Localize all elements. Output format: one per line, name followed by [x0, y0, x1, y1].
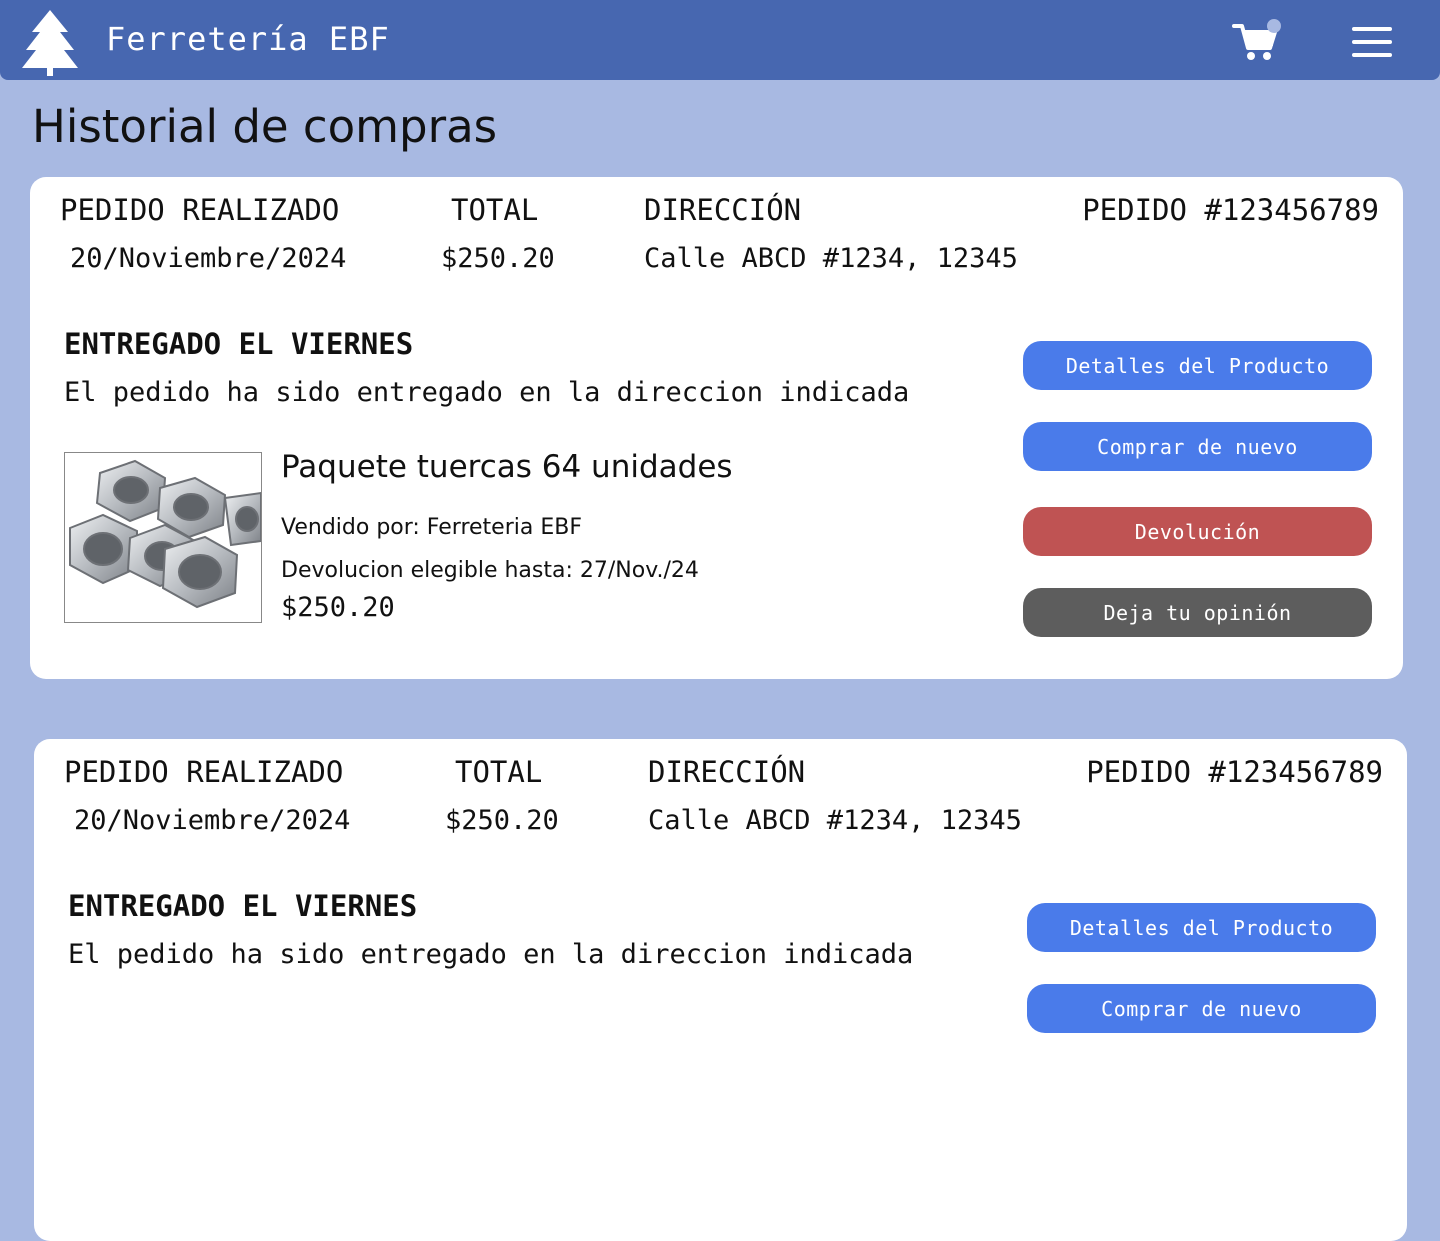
order-card: PEDIDO REALIZADO TOTAL DIRECCIÓN PEDIDO …: [30, 177, 1403, 679]
order-address-label: DIRECCIÓN: [644, 193, 802, 227]
order-total-label: TOTAL: [451, 193, 539, 227]
order-placed-date: 20/Noviembre/2024: [74, 805, 351, 836]
order-address-value: Calle ABCD #1234, 12345: [648, 805, 1022, 836]
brand-name[interactable]: Ferretería EBF: [106, 20, 390, 58]
product-details-button[interactable]: Detalles del Producto: [1027, 903, 1376, 952]
product-name[interactable]: Paquete tuercas 64 unidades: [281, 449, 733, 485]
product-details-button[interactable]: Detalles del Producto: [1023, 341, 1372, 390]
page-title: Historial de compras: [32, 100, 498, 153]
order-number: PEDIDO #123456789: [1082, 193, 1379, 227]
order-total-value: $250.20: [441, 243, 555, 274]
order-total-value: $250.20: [445, 805, 559, 836]
order-total-label: TOTAL: [455, 755, 543, 789]
sold-by-text: Vendido por: Ferreteria EBF: [281, 515, 582, 540]
order-card: PEDIDO REALIZADO TOTAL DIRECCIÓN PEDIDO …: [34, 739, 1407, 1241]
pine-tree-logo-icon[interactable]: [20, 8, 80, 76]
order-placed-date: 20/Noviembre/2024: [70, 243, 347, 274]
return-button[interactable]: Devolución: [1023, 507, 1372, 556]
delivery-status-description: El pedido ha sido entregado en la direcc…: [68, 939, 914, 970]
product-price: $250.20: [281, 592, 395, 623]
buy-again-button[interactable]: Comprar de nuevo: [1027, 984, 1376, 1033]
leave-review-button[interactable]: Deja tu opinión: [1023, 588, 1372, 637]
order-address-value: Calle ABCD #1234, 12345: [644, 243, 1018, 274]
return-eligible-date: Devolucion elegible hasta: 27/Nov./24: [281, 558, 699, 583]
cart-icon[interactable]: [1232, 18, 1284, 64]
delivery-status: ENTREGADO EL VIERNES: [64, 327, 414, 361]
order-placed-label: PEDIDO REALIZADO: [64, 755, 344, 789]
delivery-status-description: El pedido ha sido entregado en la direcc…: [64, 377, 910, 408]
order-address-label: DIRECCIÓN: [648, 755, 806, 789]
top-navigation-bar: Ferretería EBF: [0, 0, 1440, 80]
order-number: PEDIDO #123456789: [1086, 755, 1383, 789]
delivery-status: ENTREGADO EL VIERNES: [68, 889, 418, 923]
product-image-nuts[interactable]: [64, 452, 262, 623]
buy-again-button[interactable]: Comprar de nuevo: [1023, 422, 1372, 471]
hamburger-menu-icon[interactable]: [1350, 24, 1394, 60]
order-placed-label: PEDIDO REALIZADO: [60, 193, 340, 227]
